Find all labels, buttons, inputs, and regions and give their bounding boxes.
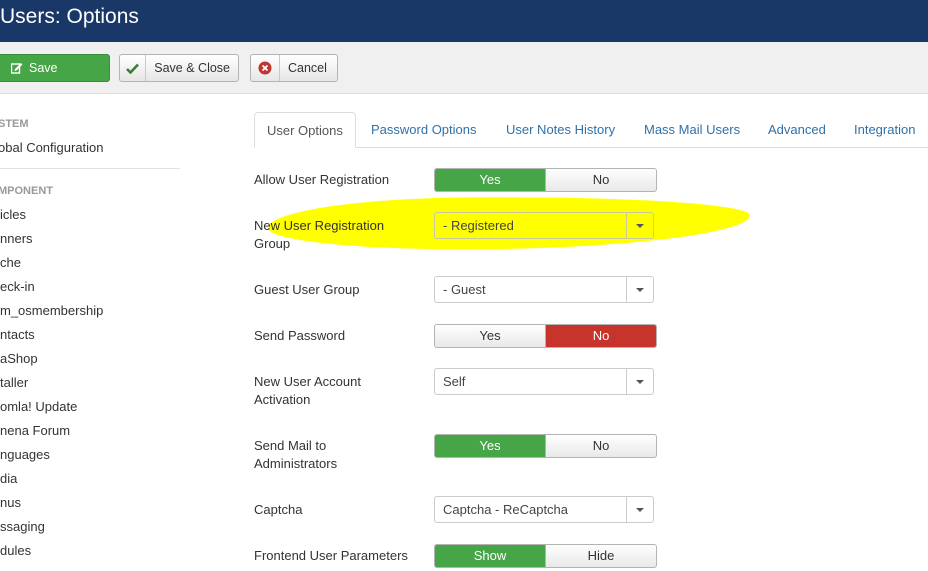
select-value: - Guest bbox=[443, 282, 486, 297]
select-guest-user-group[interactable]: - Guest bbox=[434, 276, 654, 303]
cancel-button[interactable]: Cancel bbox=[250, 54, 338, 82]
sidebar: STEM obal Configuration MPONENT icles nn… bbox=[0, 94, 200, 571]
tab-mass-mail-users[interactable]: Mass Mail Users bbox=[644, 112, 740, 148]
sidebar-item[interactable]: nners bbox=[0, 231, 33, 246]
sidebar-item[interactable]: nguages bbox=[0, 447, 50, 462]
select-value: Captcha - ReCaptcha bbox=[443, 502, 569, 517]
toggle-frontend-user-parameters: Show Hide bbox=[434, 544, 657, 568]
edit-icon bbox=[0, 55, 23, 81]
save-close-button[interactable]: Save & Close bbox=[119, 54, 239, 82]
label-send-mail-to-administrators: Send Mail to Administrators bbox=[254, 437, 337, 473]
label-frontend-user-parameters: Frontend User Parameters bbox=[254, 548, 408, 563]
chevron-down-icon bbox=[626, 497, 653, 522]
sidebar-heading-system: STEM bbox=[0, 118, 29, 130]
sidebar-item[interactable]: nena Forum bbox=[0, 423, 70, 438]
tab-password-options[interactable]: Password Options bbox=[371, 112, 477, 148]
label-allow-user-registration: Allow User Registration bbox=[254, 172, 390, 187]
sidebar-item[interactable]: dules bbox=[0, 543, 31, 558]
sidebar-item[interactable]: omla! Update bbox=[0, 399, 77, 414]
sidebar-item[interactable]: icles bbox=[0, 207, 26, 222]
label-new-user-registration-group: New User Registration Group bbox=[254, 217, 384, 253]
option-no[interactable]: No bbox=[545, 325, 656, 347]
sidebar-item[interactable]: aShop bbox=[0, 351, 38, 366]
cancel-icon bbox=[251, 55, 280, 81]
page-header: Users: Options bbox=[0, 0, 928, 42]
label-line: New User Registration bbox=[254, 218, 385, 233]
chevron-down-icon bbox=[626, 369, 653, 394]
save-close-label: Save & Close bbox=[154, 61, 230, 75]
label-line: Group bbox=[254, 236, 291, 251]
save-button-label: Save bbox=[29, 61, 58, 75]
label-captcha: Captcha bbox=[254, 502, 303, 517]
label-line: Activation bbox=[254, 392, 311, 407]
check-icon bbox=[120, 55, 147, 81]
label-line: New User Account bbox=[254, 374, 361, 389]
sidebar-item[interactable]: che bbox=[0, 255, 21, 270]
select-value: Self bbox=[443, 374, 466, 389]
option-show[interactable]: Show bbox=[435, 545, 545, 567]
save-button[interactable]: Save bbox=[0, 54, 110, 82]
label-line: Administrators bbox=[254, 456, 338, 471]
toolbar: Save Save & Close Cancel bbox=[0, 42, 928, 94]
select-new-user-registration-group[interactable]: - Registered bbox=[434, 212, 654, 239]
tab-user-options[interactable]: User Options bbox=[254, 112, 356, 148]
toggle-send-password: Yes No bbox=[434, 324, 657, 348]
label-send-password: Send Password bbox=[254, 328, 346, 343]
option-hide[interactable]: Hide bbox=[545, 545, 656, 567]
chevron-down-icon bbox=[626, 277, 653, 302]
option-yes[interactable]: Yes bbox=[435, 435, 545, 457]
sidebar-heading-component: MPONENT bbox=[0, 185, 53, 197]
toggle-send-mail-to-administrators: Yes No bbox=[434, 434, 657, 458]
cancel-label: Cancel bbox=[288, 61, 327, 75]
sidebar-item[interactable]: ntacts bbox=[0, 327, 35, 342]
sidebar-item[interactable]: nus bbox=[0, 495, 21, 510]
option-yes[interactable]: Yes bbox=[435, 169, 545, 191]
sidebar-item[interactable]: dia bbox=[0, 471, 17, 486]
option-yes[interactable]: Yes bbox=[435, 325, 545, 347]
select-captcha[interactable]: Captcha - ReCaptcha bbox=[434, 496, 654, 523]
sidebar-item[interactable]: taller bbox=[0, 375, 28, 390]
tab-user-notes-history[interactable]: User Notes History bbox=[506, 112, 615, 148]
option-no[interactable]: No bbox=[545, 435, 656, 457]
tab-advanced[interactable]: Advanced bbox=[768, 112, 826, 148]
option-no[interactable]: No bbox=[545, 169, 656, 191]
sidebar-item[interactable]: m_osmembership bbox=[0, 303, 103, 318]
page-title: Users: Options bbox=[0, 5, 139, 28]
label-new-user-account-activation: New User Account Activation bbox=[254, 373, 361, 409]
select-value: - Registered bbox=[443, 218, 514, 233]
chevron-down-icon bbox=[626, 213, 653, 238]
tab-integration[interactable]: Integration bbox=[854, 112, 915, 148]
sidebar-divider bbox=[0, 168, 180, 169]
toggle-allow-user-registration: Yes No bbox=[434, 168, 657, 192]
sidebar-item[interactable]: eck-in bbox=[0, 279, 35, 294]
select-new-user-account-activation[interactable]: Self bbox=[434, 368, 654, 395]
sidebar-item[interactable]: ssaging bbox=[0, 519, 45, 534]
sidebar-item-global-configuration[interactable]: obal Configuration bbox=[0, 140, 104, 155]
label-guest-user-group: Guest User Group bbox=[254, 282, 360, 297]
label-line: Send Mail to bbox=[254, 438, 327, 453]
